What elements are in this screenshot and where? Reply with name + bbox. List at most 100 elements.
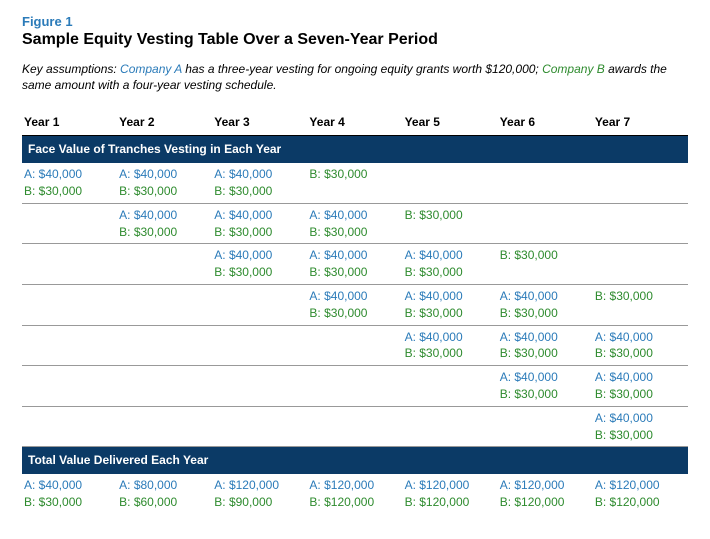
company-b-value: B: $30,000 [405,305,494,322]
company-b-value: B: $30,000 [595,345,684,362]
total-company-b: B: $120,000 [500,494,589,511]
tranche-cell: A: $40,000B: $30,000 [403,325,498,366]
tranche-cell: A: $40,000B: $30,000 [307,203,402,244]
total-company-b: B: $120,000 [595,494,684,511]
company-a-value: A: $40,000 [119,207,208,224]
company-b-value: B: $30,000 [405,345,494,362]
company-b-value: B: $30,000 [500,247,589,264]
tranche-cell [22,203,117,244]
company-a-value: A: $40,000 [500,369,589,386]
tranche-cell [307,325,402,366]
company-a-value: A: $40,000 [214,166,303,183]
tranche-cell [498,406,593,447]
tranche-cell: A: $40,000B: $30,000 [498,325,593,366]
tranche-cell: A: $40,000B: $30,000 [117,163,212,203]
tranche-cell [498,203,593,244]
tranche-cell: A: $40,000B: $30,000 [117,203,212,244]
company-b-value: B: $30,000 [500,305,589,322]
company-a-value: A: $40,000 [405,288,494,305]
tranche-cell [22,325,117,366]
company-a-value: A: $40,000 [309,207,398,224]
totals-cell: A: $80,000B: $60,000 [117,474,212,514]
total-company-b: B: $90,000 [214,494,303,511]
total-company-a: A: $120,000 [595,477,684,494]
company-a-value: A: $40,000 [405,247,494,264]
assumptions-text: Key assumptions: Company A has a three-y… [22,61,688,93]
totals-row: A: $40,000B: $30,000A: $80,000B: $60,000… [22,474,688,514]
tranche-cell [117,284,212,325]
tranche-cell [22,284,117,325]
tranche-row: A: $40,000B: $30,000A: $40,000B: $30,000… [22,244,688,285]
company-a-value: A: $40,000 [595,410,684,427]
company-b-value: B: $30,000 [214,224,303,241]
total-company-a: A: $120,000 [500,477,589,494]
total-company-a: A: $120,000 [214,477,303,494]
col-header-year-1: Year 1 [22,111,117,136]
company-a-value: A: $40,000 [24,166,113,183]
tranche-cell [212,284,307,325]
total-company-a: A: $120,000 [405,477,494,494]
tranche-cell [117,244,212,285]
company-b-value: B: $30,000 [595,288,684,305]
tranche-row: A: $40,000B: $30,000A: $40,000B: $30,000… [22,203,688,244]
tranche-row: A: $40,000B: $30,000A: $40,000B: $30,000… [22,284,688,325]
tranche-cell [117,406,212,447]
totals-cell: A: $120,000B: $120,000 [403,474,498,514]
tranche-cell: A: $40,000B: $30,000 [307,284,402,325]
tranche-cell: B: $30,000 [307,163,402,203]
company-b-value: B: $30,000 [309,224,398,241]
company-a-value: A: $40,000 [214,207,303,224]
company-a-name: Company A [120,62,182,76]
company-b-value: B: $30,000 [309,305,398,322]
tranche-cell: A: $40,000B: $30,000 [307,244,402,285]
company-b-value: B: $30,000 [405,207,494,224]
tranche-row: A: $40,000B: $30,000A: $40,000B: $30,000 [22,366,688,407]
tranche-cell: A: $40,000B: $30,000 [403,244,498,285]
company-b-value: B: $30,000 [500,386,589,403]
tranche-cell: A: $40,000B: $30,000 [22,163,117,203]
totals-cell: A: $120,000B: $120,000 [307,474,402,514]
totals-cell: A: $120,000B: $120,000 [593,474,688,514]
tranche-cell: A: $40,000B: $30,000 [212,163,307,203]
vesting-table: Year 1Year 2Year 3Year 4Year 5Year 6Year… [22,111,688,513]
company-b-name: Company B [542,62,605,76]
total-company-a: A: $120,000 [309,477,398,494]
tranche-cell [593,203,688,244]
col-header-year-2: Year 2 [117,111,212,136]
total-company-a: A: $40,000 [24,477,113,494]
tranche-cell: A: $40,000B: $30,000 [498,366,593,407]
total-company-b: B: $30,000 [24,494,113,511]
tranche-row: A: $40,000B: $30,000A: $40,000B: $30,000… [22,163,688,203]
tranche-cell: A: $40,000B: $30,000 [593,406,688,447]
company-a-value: A: $40,000 [119,166,208,183]
company-a-value: A: $40,000 [405,329,494,346]
figure-container: { "figure_label": "Figure 1", "figure_ti… [0,0,710,534]
tranche-cell: A: $40,000B: $30,000 [593,366,688,407]
company-b-value: B: $30,000 [595,386,684,403]
section-total-value: Total Value Delivered Each Year [22,447,688,474]
tranche-row: A: $40,000B: $30,000 [22,406,688,447]
tranche-cell [212,325,307,366]
tranche-row: A: $40,000B: $30,000A: $40,000B: $30,000… [22,325,688,366]
col-header-year-4: Year 4 [307,111,402,136]
tranche-cell: A: $40,000B: $30,000 [593,325,688,366]
company-a-value: A: $40,000 [595,369,684,386]
company-b-value: B: $30,000 [500,345,589,362]
tranche-cell [307,406,402,447]
tranche-cell [212,366,307,407]
tranche-cell [593,163,688,203]
section-total-value-label: Total Value Delivered Each Year [22,447,688,474]
company-a-value: A: $40,000 [500,329,589,346]
tranche-cell: B: $30,000 [403,203,498,244]
company-a-value: A: $40,000 [595,329,684,346]
total-company-b: B: $120,000 [309,494,398,511]
tranche-cell [593,244,688,285]
table-body: Face Value of Tranches Vesting in Each Y… [22,136,688,514]
col-header-year-3: Year 3 [212,111,307,136]
tranche-cell [498,163,593,203]
company-b-value: B: $30,000 [24,183,113,200]
total-company-a: A: $80,000 [119,477,208,494]
tranche-cell [22,244,117,285]
total-company-b: B: $60,000 [119,494,208,511]
tranche-cell [117,325,212,366]
